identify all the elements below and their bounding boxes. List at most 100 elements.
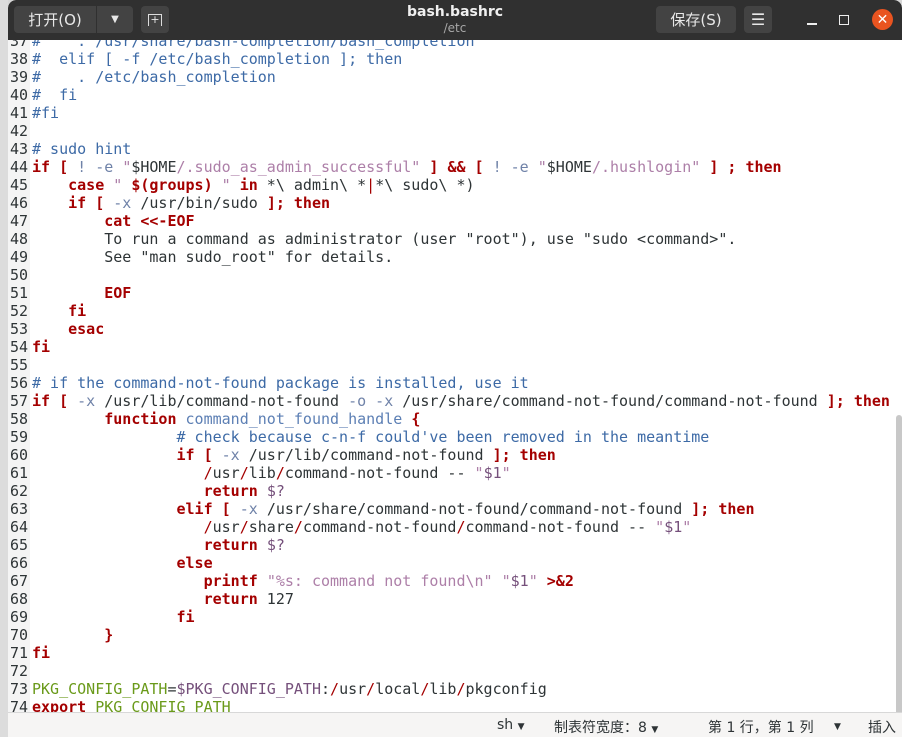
code-token: " [501,572,511,590]
save-button[interactable]: 保存(S) [656,6,736,33]
minimize-button[interactable] [802,10,822,30]
code-line[interactable]: 74 export PKG_CONFIG_PATH [8,698,890,713]
code-line[interactable]: 67 printf "%s: command not found\n" "$1"… [8,572,890,590]
code-line[interactable]: 48 To run a command as administrator (us… [8,230,890,248]
cursor-position[interactable]: 第 1 行，第 1 列 [708,717,814,737]
vertical-scrollbar[interactable] [896,415,902,713]
line-text: cat <<-EOF [32,212,194,230]
code-token: pkgconfig [465,680,547,698]
code-token: /usr/lib/command-not-found [104,392,340,410]
line-text: /usr/lib/command-not-found -- "$1" [32,464,511,482]
hamburger-menu-button[interactable]: ☰ [744,6,772,33]
code-line[interactable]: 64 /usr/share/command-not-found/command-… [8,518,890,536]
code-line[interactable]: 46 if [ -x /usr/bin/sudo ]; then [8,194,890,212]
chevron-down-icon[interactable]: ▼ [834,717,841,733]
code-token: # fi [32,86,78,104]
code-line[interactable]: 49 See "man sudo_root" for details. [8,248,890,266]
code-token: ]; then [492,446,556,464]
code-line[interactable]: 44 if [ ! -e "$HOME/.sudo_as_admin_succes… [8,158,890,176]
line-number: 37 [9,40,28,50]
code-line[interactable]: 50 [8,266,890,284]
line-number: 72 [9,662,28,680]
code-line[interactable]: 72 [8,662,890,680]
code-line[interactable]: 60 if [ -x /usr/lib/command-not-found ];… [8,446,890,464]
code-token: $(groups) [131,176,213,194]
code-token: return [203,590,258,608]
code-line[interactable]: 55 [8,356,890,374]
close-button[interactable]: ✕ [872,9,893,30]
language-selector[interactable]: sh ▼ [497,717,525,733]
text-editor[interactable]: 37 # . /usr/share/bash-completion/bash_co… [8,40,902,713]
code-line[interactable]: 73 PKG_CONFIG_PATH=$PKG_CONFIG_PATH:/usr/… [8,680,890,698]
code-token: command-not-found -- [284,464,475,482]
code-line[interactable]: 54 fi [8,338,890,356]
code-line[interactable]: 69 fi [8,608,890,626]
code-token: / [275,464,285,482]
code-line[interactable]: 45 case " $(groups) " in *\ admin\ *|*\ … [8,176,890,194]
line-number: 48 [9,230,28,248]
code-token: elif [176,500,213,518]
tab-width-label: 制表符宽度：8 [554,720,647,736]
code-line[interactable]: 66 else [8,554,890,572]
code-token: share [248,518,294,536]
code-token: function [104,410,177,428]
code-line[interactable]: 56 # if the command-not-found package is … [8,374,890,392]
code-line[interactable]: 57 if [ -x /usr/lib/command-not-found -o … [8,392,890,410]
line-text: fi [32,644,50,662]
line-text: # . /usr/share/bash-completion/bash_comp… [32,40,475,50]
line-number: 42 [9,122,28,140]
code-token: printf [203,572,258,590]
code-line[interactable]: 70 } [8,626,890,644]
header-bar: 打开(O) ▼ + bash.bashrc /etc 保存(S) ☰ ✕ [8,0,902,40]
code-token: -x [212,446,249,464]
tab-width-selector[interactable]: 制表符宽度：8 ▼ [554,717,658,737]
line-number: 52 [9,302,28,320]
code-line[interactable]: 51 EOF [8,284,890,302]
code-line[interactable]: 40 # fi [8,86,890,104]
code-token: # elif [ -f /etc/bash_completion ]; then [32,50,403,68]
code-token: # sudo hint [32,140,132,158]
code-token: / [456,518,466,536]
code-line[interactable]: 38 # elif [ -f /etc/bash_completion ]; th… [8,50,890,68]
code-line[interactable]: 37 # . /usr/share/bash-completion/bash_co… [8,40,890,50]
code-token: command_not_found_handle [185,410,403,428]
code-line[interactable]: 65 return $? [8,536,890,554]
code-token: " [122,158,132,176]
code-line[interactable]: 53 esac [8,320,890,338]
code-line[interactable]: 42 [8,122,890,140]
code-token: $HOME [546,158,592,176]
code-line[interactable]: 52 fi [8,302,890,320]
line-text: fi [32,608,195,626]
code-token: " [537,158,547,176]
language-label: sh [497,717,514,733]
code-line[interactable]: 47 cat <<-EOF [8,212,890,230]
code-line[interactable]: 59 # check because c-n-f could've been r… [8,428,890,446]
code-line[interactable]: 41 #fi [8,104,890,122]
code-token: local [375,680,421,698]
code-token: EOF [104,284,132,302]
code-line[interactable]: 43 # sudo hint [8,140,890,158]
code-token: $1 [510,572,529,590]
code-view[interactable]: 37 # . /usr/share/bash-completion/bash_co… [8,40,890,713]
code-line[interactable]: 68 return 127 [8,590,890,608]
code-token: *\ sudo\ *) [375,176,475,194]
code-line[interactable]: 58 function command_not_found_handle { [8,410,890,428]
code-line[interactable]: 39 # . /etc/bash_completion [8,68,890,86]
code-line[interactable]: 62 return $? [8,482,890,500]
line-text: See "man sudo_root" for details. [32,248,393,266]
maximize-button[interactable] [834,10,854,30]
code-line[interactable]: 63 elif [ -x /usr/share/command-not-foun… [8,500,890,518]
code-line[interactable]: 61 /usr/lib/command-not-found -- "$1" [8,464,890,482]
line-number: 70 [9,626,28,644]
code-line[interactable]: 71 fi [8,644,890,662]
